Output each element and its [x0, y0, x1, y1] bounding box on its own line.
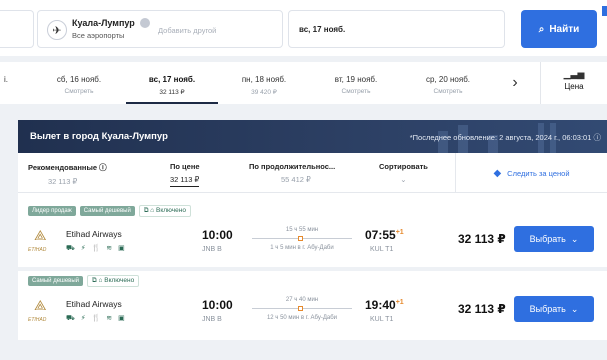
- amenities-icons: ⛟ ⚡ 🍴 ≋ ▣: [66, 245, 127, 252]
- flight-duration: 27 ч 40 мин: [285, 297, 319, 303]
- date-tabs: i. сб, 16 нояб. Смотреть вс, 17 нояб. 32…: [0, 62, 607, 104]
- route-line: [252, 306, 352, 311]
- flight-duration: 15 ч 55 мин: [285, 227, 319, 233]
- date-field[interactable]: вс, 17 нояб.: [288, 10, 505, 48]
- date-tab-selected[interactable]: вс, 17 нояб. 32 113 ₽: [126, 62, 218, 104]
- badge-cheapest: Самый дешевый: [79, 206, 135, 216]
- date-tab[interactable]: вт, 19 нояб. Смотреть: [312, 62, 400, 104]
- clear-destination-icon[interactable]: [140, 18, 150, 28]
- stopover-info: 1 ч 5 мин в г. Абу-Даби: [270, 245, 334, 251]
- baggage-icon: ⧉ ⌂: [92, 277, 103, 284]
- etihad-logo-icon: ⟁: [34, 297, 47, 313]
- results-banner: Вылет в город Куала-Лумпур *Последнее об…: [18, 120, 607, 153]
- sort-by-price[interactable]: По цене 32 113 ₽: [170, 162, 200, 187]
- arrival-time: 19:40+1: [365, 298, 404, 312]
- edge-accent: [602, 6, 607, 16]
- arrival-time: 07:55+1: [365, 228, 404, 242]
- etihad-logo-icon: ⟁: [34, 227, 47, 243]
- track-price-button[interactable]: ◆ Следить за ценой: [455, 153, 607, 193]
- bell-icon: ◆: [493, 167, 502, 179]
- airline-logo: ⟁ ETIHAD: [28, 227, 47, 253]
- sort-recommended[interactable]: Рекомендованные ⓘ 32 113 ₽: [28, 162, 107, 186]
- stopover-marker: [298, 236, 303, 241]
- sort-options: Рекомендованные ⓘ 32 113 ₽ По цене 32 11…: [18, 153, 607, 193]
- departure-airport: JNB B: [202, 246, 222, 253]
- airline-name: Etihad Airways: [66, 229, 122, 239]
- origin-field[interactable]: [0, 10, 34, 48]
- search-bar: ✈ Куала-Лумпур Все аэропорты Добавить др…: [0, 0, 607, 56]
- airline-name: Etihad Airways: [66, 299, 122, 309]
- amenities-icons: ⛟ ⚡ 🍴 ≋ ▣: [66, 315, 127, 322]
- date-value: вс, 17 нояб.: [299, 25, 346, 34]
- airline-logo: ⟁ ETIHAD: [28, 297, 47, 323]
- find-button-label: Найти: [549, 23, 580, 35]
- results-card: Вылет в город Куала-Лумпур *Последнее об…: [18, 120, 607, 340]
- price-chart-toggle[interactable]: ▁▃▅ Цена: [540, 62, 607, 104]
- flight-badges: Самый дешевый ⧉ ⌂ Включено: [28, 275, 140, 287]
- plane-icon: ✈: [47, 20, 67, 40]
- badge-cheapest: Самый дешевый: [28, 276, 84, 286]
- flight-price: 32 113 ₽: [458, 302, 506, 316]
- search-icon: ⌕: [538, 23, 545, 35]
- destination-field[interactable]: ✈ Куала-Лумпур Все аэропорты Добавить др…: [37, 10, 283, 48]
- add-destination-link[interactable]: Добавить другой: [158, 26, 216, 35]
- last-updated: *Последнее обновление: 2 августа, 2024 г…: [409, 133, 601, 142]
- stopover-info: 12 ч 50 мин в г. Абу-Даби: [266, 315, 338, 321]
- departure-time: 10:00: [202, 228, 233, 242]
- baggage-icon: ⧉ ⌂: [143, 207, 155, 214]
- sort-dropdown[interactable]: Сортировать ⌄: [379, 162, 428, 184]
- departure-time: 10:00: [202, 298, 233, 312]
- results-title: Вылет в город Куала-Лумпур: [30, 131, 168, 142]
- included-baggage: ⧉ ⌂ Включено: [87, 275, 140, 287]
- select-flight-button[interactable]: Выбрать ⌄: [514, 296, 594, 322]
- flight-card[interactable]: Самый дешевый ⧉ ⌂ Включено ⟁ ETIHAD Etih…: [18, 271, 607, 339]
- destination-sub: Все аэропорты: [72, 31, 125, 40]
- chevron-down-icon: ⌄: [570, 233, 579, 244]
- arrival-airport: KUL T1: [370, 246, 394, 253]
- date-tab-prev-partial[interactable]: i.: [0, 62, 12, 104]
- route-line: [252, 236, 352, 241]
- badge-bestseller: Лидер продаж: [28, 206, 76, 216]
- arrival-airport: KUL T1: [370, 316, 394, 323]
- find-button[interactable]: ⌕ Найти: [521, 10, 597, 48]
- sort-by-duration[interactable]: По продолжительнос... 55 412 ₽: [249, 162, 335, 184]
- price-toggle-label: Цена: [564, 82, 584, 91]
- flight-card[interactable]: Лидер продаж Самый дешевый ⧉ ⌂ Включено …: [18, 201, 607, 269]
- chevron-right-icon[interactable]: ›: [502, 62, 528, 104]
- page-background: [0, 340, 607, 360]
- bar-chart-icon: ▁▃▅: [563, 69, 585, 79]
- flight-price: 32 113 ₽: [458, 232, 506, 246]
- date-tab[interactable]: ср, 20 нояб. Смотреть: [404, 62, 492, 104]
- chevron-down-icon: ⌄: [400, 175, 407, 184]
- destination-name: Куала-Лумпур: [72, 18, 135, 28]
- included-baggage: ⧉ ⌂ Включено: [138, 205, 191, 217]
- track-price-label: Следить за ценой: [507, 168, 570, 178]
- date-tab[interactable]: пн, 18 нояб. 39 420 ₽: [220, 62, 308, 104]
- chevron-down-icon: ⌄: [570, 303, 579, 314]
- select-flight-button[interactable]: Выбрать ⌄: [514, 226, 594, 252]
- departure-airport: JNB B: [202, 316, 222, 323]
- flight-badges: Лидер продаж Самый дешевый ⧉ ⌂ Включено: [28, 205, 191, 217]
- stopover-marker: [298, 306, 303, 311]
- date-tab[interactable]: сб, 16 нояб. Смотреть: [35, 62, 123, 104]
